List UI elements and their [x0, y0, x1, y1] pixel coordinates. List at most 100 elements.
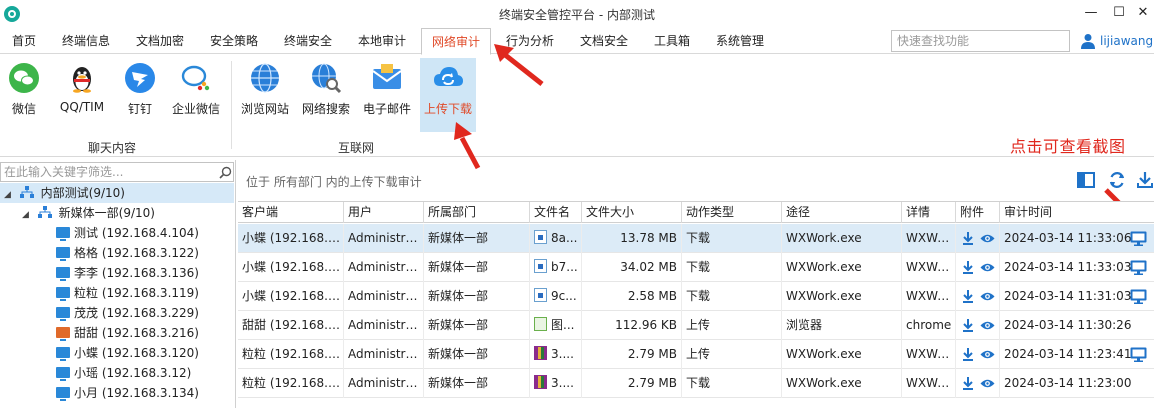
tree-node[interactable]: 甜甜 (192.168.3.216) — [56, 323, 199, 343]
download-icon[interactable] — [962, 232, 974, 245]
tree-node[interactable]: 测试 (192.168.4.104) — [56, 223, 199, 243]
cell-text: 2024-03-14 11:30:26 — [1004, 318, 1132, 332]
tree-dept[interactable]: ◢ 新媒体一部(9/10) — [22, 203, 155, 223]
menu-network-audit[interactable]: 网络审计 — [421, 28, 492, 55]
ribbon-search-button[interactable]: 网络搜索 — [298, 58, 354, 132]
menu-doc-security[interactable]: 文档安全 — [570, 28, 638, 54]
cell-text: 小蝶 (192.168.3.120) — [242, 260, 343, 274]
table-row[interactable]: 粒粒 (192.168.3.119) Administrator 新媒体一部 3...… — [238, 369, 1154, 398]
view-eye-icon[interactable] — [980, 320, 995, 331]
ribbon-qq-button[interactable]: QQ/TIM — [54, 58, 110, 132]
download-icon[interactable] — [962, 261, 974, 274]
view-eye-icon[interactable] — [980, 233, 995, 244]
user-name-link[interactable]: lijiawang — [1100, 34, 1153, 48]
cell-detail: WXWork — [902, 224, 956, 253]
col-via[interactable]: 途径 — [782, 202, 902, 223]
cell-text: 浏览器 — [786, 318, 823, 332]
computer-offline-icon — [56, 327, 70, 341]
cell-text: WXWork — [906, 289, 956, 303]
cell-file: 9c... — [530, 282, 582, 311]
ribbon-dingtalk-button[interactable]: 钉钉 — [112, 58, 168, 132]
cell-attachment — [956, 282, 1000, 311]
col-client[interactable]: 客户端 — [238, 202, 344, 223]
tree-node-label: 测试 (192.168.4.104) — [74, 226, 199, 240]
col-user[interactable]: 用户 — [344, 202, 424, 223]
menu-security-policy[interactable]: 安全策略 — [200, 28, 268, 54]
cell-client: 甜甜 (192.168.3.216) — [238, 311, 344, 340]
view-eye-icon[interactable] — [980, 349, 995, 360]
cell-attachment — [956, 253, 1000, 282]
table-row[interactable]: 小蝶 (192.168.3.120) Administrator 新媒体一部 8a..… — [238, 224, 1154, 253]
ribbon-wechat-button[interactable]: 微信 — [0, 58, 52, 132]
download-icon[interactable] — [962, 348, 974, 361]
col-filename[interactable]: 文件名 — [530, 202, 582, 223]
download-icon[interactable] — [962, 377, 974, 390]
panel-toggle-icon[interactable] — [1077, 171, 1095, 189]
quick-search-input[interactable]: 快速查找功能 — [891, 30, 1070, 52]
screenshot-monitor-icon[interactable] — [1130, 231, 1147, 246]
screenshot-monitor-icon[interactable] — [1130, 289, 1147, 304]
view-eye-icon[interactable] — [980, 262, 995, 273]
maximize-button[interactable]: ☐ — [1108, 3, 1130, 23]
download-icon[interactable] — [962, 290, 974, 303]
col-audit-time[interactable]: 审计时间 — [1000, 202, 1154, 223]
cell-text: 8a... — [551, 231, 578, 245]
tree-node-label: 格格 (192.168.3.122) — [74, 246, 199, 260]
minimize-button[interactable]: — — [1080, 3, 1102, 23]
cell-text: 小蝶 (192.168.3.120) — [242, 289, 343, 303]
tree-node[interactable]: 小蝶 (192.168.3.120) — [56, 343, 199, 363]
ribbon-browse-button[interactable]: 浏览网站 — [237, 58, 293, 132]
menu-system-manage[interactable]: 系统管理 — [706, 28, 774, 54]
screenshot-monitor-icon[interactable] — [1130, 347, 1147, 362]
cell-dept: 新媒体一部 — [424, 224, 530, 253]
search-icon[interactable] — [219, 166, 232, 179]
cell-attachment — [956, 340, 1000, 369]
collapse-arrow-icon[interactable]: ◢ — [4, 185, 16, 205]
cell-user: Administrator — [344, 282, 424, 311]
table-row[interactable]: 小蝶 (192.168.3.120) Administrator 新媒体一部 9c..… — [238, 282, 1154, 311]
collapse-arrow-icon[interactable]: ◢ — [22, 205, 34, 225]
annotation-note: 点击可查看截图 — [1010, 137, 1126, 156]
col-attachment[interactable]: 附件 — [956, 202, 1000, 223]
tree-node-label: 小月 (192.168.3.134) — [74, 386, 199, 400]
tree-root[interactable]: ◢ 内部测试(9/10) — [0, 183, 234, 203]
menu-home[interactable]: 首页 — [2, 28, 46, 54]
refresh-icon[interactable] — [1108, 171, 1126, 189]
view-eye-icon[interactable] — [980, 378, 995, 389]
col-dept[interactable]: 所属部门 — [424, 202, 530, 223]
cell-text: 新媒体一部 — [428, 347, 489, 361]
wechat-icon — [9, 63, 39, 93]
menu-terminal-security[interactable]: 终端安全 — [274, 28, 342, 54]
col-filesize[interactable]: 文件大小 — [582, 202, 682, 223]
tree-node[interactable]: 小月 (192.168.3.134) — [56, 383, 199, 403]
export-icon[interactable] — [1136, 171, 1154, 189]
menu-terminal-info[interactable]: 终端信息 — [52, 28, 120, 54]
cell-detail: WXWork — [902, 253, 956, 282]
cell-text: WXWork.exe — [786, 376, 862, 390]
menu-local-audit[interactable]: 本地审计 — [348, 28, 416, 54]
cell-text: Administrator — [348, 318, 424, 332]
cell-detail: WXWork — [902, 282, 956, 311]
table-row[interactable]: 甜甜 (192.168.3.216) Administrator 新媒体一部 图...… — [238, 311, 1154, 340]
tree-filter-input[interactable]: 在此输入关键字筛选... — [0, 162, 234, 182]
cell-text: 新媒体一部 — [428, 260, 489, 274]
menu-toolbox[interactable]: 工具箱 — [644, 28, 700, 54]
cell-attachment — [956, 224, 1000, 253]
ribbon-email-button[interactable]: 电子邮件 — [359, 58, 415, 132]
col-action[interactable]: 动作类型 — [682, 202, 782, 223]
tree-node[interactable]: 格格 (192.168.3.122) — [56, 243, 199, 263]
menu-doc-encrypt[interactable]: 文档加密 — [126, 28, 194, 54]
download-icon[interactable] — [962, 319, 974, 332]
col-detail[interactable]: 详情 — [902, 202, 956, 223]
tree-node[interactable]: 李李 (192.168.3.136) — [56, 263, 199, 283]
ribbon-toolbar: 微信 QQ/TIM 钉钉 企业微信 聊天内容 浏览网站 网络搜索 电子邮件 上传… — [0, 55, 1154, 157]
table-row[interactable]: 小蝶 (192.168.3.120) Administrator 新媒体一部 b7..… — [238, 253, 1154, 282]
close-button[interactable]: ✕ — [1132, 3, 1154, 23]
tree-node[interactable]: 小瑶 (192.168.3.12) — [56, 363, 191, 383]
ribbon-wecom-button[interactable]: 企业微信 — [168, 58, 224, 132]
screenshot-monitor-icon[interactable] — [1130, 260, 1147, 275]
table-row[interactable]: 粒粒 (192.168.3.119) Administrator 新媒体一部 3...… — [238, 340, 1154, 369]
view-eye-icon[interactable] — [980, 291, 995, 302]
tree-node[interactable]: 粒粒 (192.168.3.119) — [56, 283, 199, 303]
tree-node[interactable]: 茂茂 (192.168.3.229) — [56, 303, 199, 323]
